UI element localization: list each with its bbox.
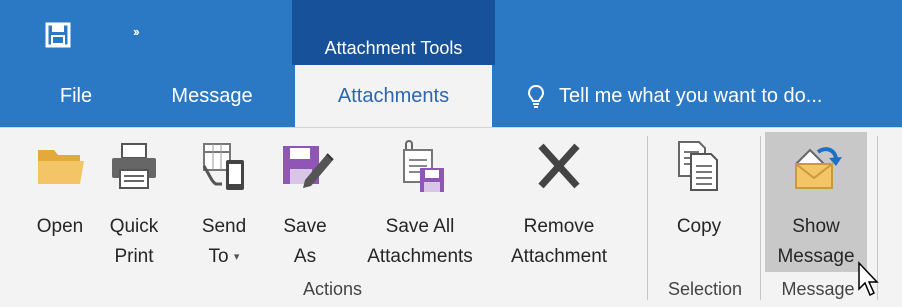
remove-label-1: Remove xyxy=(523,216,595,237)
quick-print-button[interactable]: Quick Print xyxy=(102,132,166,272)
customize-quick-access-button[interactable]: ›› xyxy=(133,24,140,39)
quick-print-label-1: Quick xyxy=(109,216,159,237)
save-all-label-1: Save All xyxy=(385,216,455,237)
save-all-attachments-button[interactable]: Save All Attachments xyxy=(357,132,483,272)
mouse-pointer-icon xyxy=(858,261,879,297)
send-to-button[interactable]: Send To ▾ xyxy=(192,132,256,272)
tab-attachments[interactable]: Attachments xyxy=(295,65,492,127)
contextual-header-label: Attachment Tools xyxy=(324,38,463,58)
ribbon-body: Open Quick Print Send To ▾ Save As Save … xyxy=(0,127,902,307)
save-icon[interactable] xyxy=(45,22,71,48)
tell-me-search[interactable]: Tell me what you want to do... xyxy=(523,65,822,127)
save-all-icon xyxy=(403,140,444,192)
copy-label: Copy xyxy=(676,216,722,237)
save-as-label-1: Save xyxy=(283,216,327,237)
send-to-icon xyxy=(202,143,244,190)
show-message-icon xyxy=(795,147,842,189)
remove-label-2: Attachment xyxy=(510,246,608,267)
tab-file[interactable]: File xyxy=(50,65,102,127)
quick-print-label-2: Print xyxy=(114,246,154,267)
save-all-label-2: Attachments xyxy=(367,246,473,267)
show-message-label-2: Message xyxy=(777,246,855,267)
ribbon-tab-row: File Message Attachments Tell me what yo… xyxy=(0,65,902,127)
group-separator xyxy=(647,136,648,300)
printer-icon xyxy=(112,143,156,189)
remove-icon xyxy=(538,143,580,189)
tell-me-text: Tell me what you want to do... xyxy=(559,85,823,107)
send-to-dropdown-icon: ▾ xyxy=(233,251,240,263)
folder-icon xyxy=(38,150,84,184)
show-message-button[interactable]: Show Message xyxy=(765,132,867,272)
actions-group-label: Actions xyxy=(302,279,363,299)
selection-group-label: Selection xyxy=(667,279,743,299)
send-to-label-2: To xyxy=(208,246,229,268)
show-message-label-1: Show xyxy=(792,216,840,237)
save-as-label-2: As xyxy=(293,246,317,267)
copy-icon xyxy=(678,141,718,191)
copy-button[interactable]: Copy xyxy=(664,132,734,272)
save-as-icon xyxy=(283,146,334,188)
group-separator xyxy=(760,136,761,300)
tab-message[interactable]: Message xyxy=(162,65,262,127)
lightbulb-icon xyxy=(527,84,545,108)
save-as-button[interactable]: Save As xyxy=(276,132,334,272)
remove-attachment-button[interactable]: Remove Attachment xyxy=(483,132,635,272)
send-to-label-1: Send xyxy=(201,216,247,237)
open-button[interactable]: Open xyxy=(28,132,92,272)
open-label: Open xyxy=(36,216,84,237)
